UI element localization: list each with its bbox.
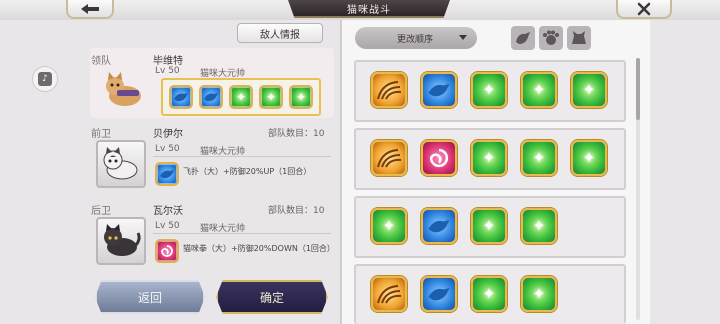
deck-card-orange[interactable]: [371, 72, 407, 108]
sparkle-icon: ✦: [582, 80, 596, 99]
orange-cat-icon: [106, 72, 141, 106]
rear-skill-desc: 猫咪拳（大）+防御20%DOWN（1回合）: [183, 244, 335, 253]
swirl-punch-skill-icon: [429, 148, 449, 168]
page-title: 猫咪战斗: [347, 4, 391, 16]
divider: [153, 233, 331, 234]
front-troops: 部队数目：10: [268, 129, 325, 139]
blue-cat-skill-icon: [428, 84, 450, 97]
claw-swipe-skill-icon: [377, 285, 402, 304]
sparkle-icon: ✦: [532, 216, 546, 235]
paw-filter-icon: [516, 32, 530, 44]
side-shortcut-button[interactable]: ♪: [32, 66, 58, 92]
close-x-icon: [637, 2, 651, 15]
deck-card-green[interactable]: ✦: [371, 208, 407, 244]
rear-level: Lv 50: [155, 221, 180, 231]
deck-card-green[interactable]: ✦: [571, 72, 607, 108]
claw-swipe-skill-icon: [377, 149, 402, 168]
deck-card-blue[interactable]: [421, 72, 457, 108]
sparkle-icon: ✦: [235, 90, 247, 104]
confirm-button[interactable]: 确定: [216, 280, 328, 314]
sparkle-icon: ✦: [532, 284, 546, 303]
front-skill-slot[interactable]: [155, 162, 179, 186]
deck-card-green[interactable]: ✦: [571, 140, 607, 176]
deck-card-green[interactable]: ✦: [471, 72, 507, 108]
enemy-info-button[interactable]: 敌人情报: [237, 23, 323, 43]
sparkle-icon: ✦: [482, 216, 496, 235]
leader-skill-1[interactable]: [169, 85, 193, 109]
tiktok-icon: ♪: [38, 72, 52, 86]
sparkle-icon: ✦: [265, 90, 277, 104]
cat-filter-button[interactable]: [567, 26, 591, 50]
deck-card-orange[interactable]: [371, 140, 407, 176]
deck-card-green[interactable]: ✦: [471, 276, 507, 312]
leader-cat-portrait: [100, 66, 150, 114]
deck-card-green[interactable]: ✦: [521, 140, 557, 176]
deck-card-green[interactable]: ✦: [471, 208, 507, 244]
leader-skill-5[interactable]: ✦: [289, 85, 313, 109]
front-role-label: 前卫: [91, 129, 111, 140]
cat-filter-icon: [572, 31, 586, 44]
claw-filter-icon: [543, 30, 559, 45]
order-dropdown[interactable]: 更改顺序: [355, 27, 477, 49]
claw-filter-button[interactable]: [539, 26, 563, 50]
rear-cat-portrait: [96, 217, 146, 265]
leader-role-label: 领队: [91, 56, 111, 67]
leader-skill-4[interactable]: ✦: [259, 85, 283, 109]
sparkle-icon: ✦: [295, 90, 307, 104]
chevron-down-icon: [459, 35, 467, 40]
scrollbar-thumb[interactable]: [636, 58, 640, 120]
sparkle-icon: ✦: [532, 148, 546, 167]
blue-cat-skill-icon: [174, 93, 188, 102]
rear-name: 瓦尔沃: [153, 206, 183, 217]
claw-swipe-skill-icon: [377, 81, 402, 100]
sparkle-icon: ✦: [482, 148, 496, 167]
deck-card-green[interactable]: ✦: [521, 276, 557, 312]
rear-troops: 部队数目：10: [268, 206, 325, 216]
blue-cat-skill-icon: [428, 220, 450, 233]
swirl-punch-skill-icon: [161, 245, 173, 257]
back-button[interactable]: [66, 0, 114, 19]
deck-card-magenta[interactable]: [421, 140, 457, 176]
front-cat-portrait: [96, 140, 146, 188]
blue-cat-skill-icon: [204, 93, 218, 102]
deck-card-green[interactable]: ✦: [521, 72, 557, 108]
confirm-button-label: 确定: [259, 290, 284, 305]
leader-skill-2[interactable]: [199, 85, 223, 109]
page-title-plate: 猫咪战斗: [288, 0, 450, 18]
deck-card-green[interactable]: ✦: [521, 208, 557, 244]
order-dropdown-label: 更改顺序: [397, 34, 434, 45]
white-cat-icon: [103, 147, 138, 180]
sparkle-icon: ✦: [532, 80, 546, 99]
leader-name: 毕维特: [153, 56, 183, 67]
front-skill-desc: 飞扑（大）+防御20%UP（1回合）: [183, 167, 312, 176]
deck-card-blue[interactable]: [421, 208, 457, 244]
sparkle-icon: ✦: [482, 284, 496, 303]
black-cat-icon: [104, 224, 141, 256]
rear-skill-slot[interactable]: [155, 239, 179, 263]
return-button[interactable]: 返回: [95, 280, 205, 314]
back-arrow-icon: [81, 3, 99, 14]
blue-cat-skill-icon: [160, 170, 174, 179]
deck-card-orange[interactable]: [371, 276, 407, 312]
leader-skill-3[interactable]: ✦: [229, 85, 253, 109]
front-level: Lv 50: [155, 144, 180, 154]
leader-level: Lv 50: [155, 66, 180, 76]
front-name: 贝伊尔: [153, 129, 183, 140]
paw-filter-button[interactable]: [511, 26, 535, 50]
sparkle-icon: ✦: [482, 80, 496, 99]
deck-card-blue[interactable]: [421, 276, 457, 312]
divider: [153, 156, 331, 157]
return-button-label: 返回: [137, 290, 162, 305]
blue-cat-skill-icon: [428, 288, 450, 301]
close-button[interactable]: [616, 0, 672, 19]
sparkle-icon: ✦: [582, 148, 596, 167]
sparkle-icon: ✦: [382, 216, 396, 235]
rear-role-label: 后卫: [91, 206, 111, 217]
deck-card-green[interactable]: ✦: [471, 140, 507, 176]
